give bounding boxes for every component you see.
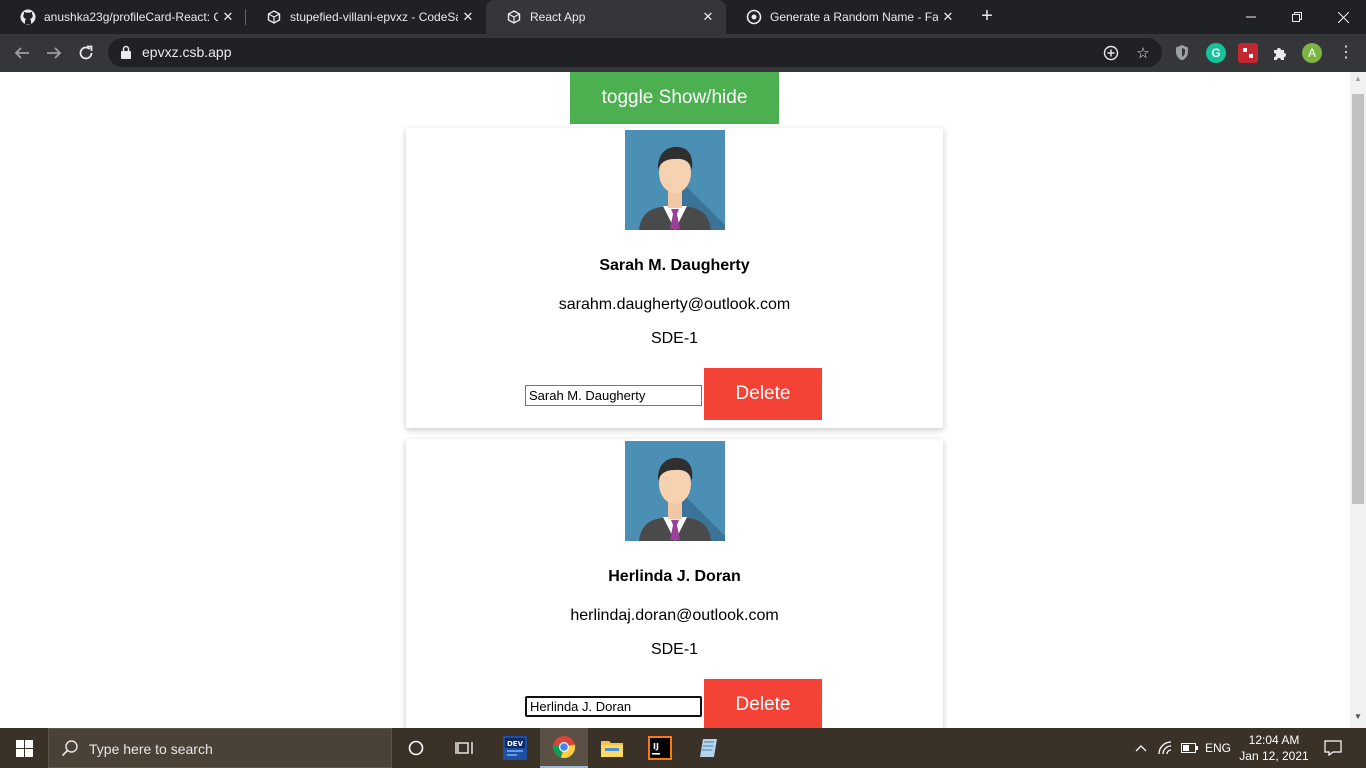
wifi-icon[interactable]: [1156, 738, 1176, 758]
reload-icon[interactable]: [71, 38, 101, 68]
grammarly-icon[interactable]: G: [1206, 43, 1226, 63]
codesandbox-icon: [266, 9, 282, 25]
search-icon: [61, 739, 81, 759]
page-viewport: toggle Show/hide Sarah M. Daugherty sara…: [0, 72, 1350, 728]
extension-red-icon[interactable]: [1238, 43, 1258, 63]
page-scrollbar[interactable]: ▲ ▼: [1350, 72, 1366, 728]
clock-time: 12:04 AM: [1248, 733, 1300, 747]
profile-name: Sarah M. Daugherty: [599, 257, 750, 274]
tab-title: anushka23g/profileCard-React: C: [44, 10, 218, 24]
taskbar-clock[interactable]: 12:04 AM Jan 12, 2021: [1236, 732, 1312, 764]
add-circle-icon[interactable]: [1102, 44, 1120, 62]
browser-tab-react-app[interactable]: React App ✕: [486, 0, 726, 34]
windows-start-icon[interactable]: [0, 728, 48, 768]
extensions-puzzle-icon[interactable]: [1270, 43, 1290, 63]
browser-toolbar: epvxz.csb.app ☆ G A ⋮: [0, 34, 1366, 72]
tab-title: Generate a Random Name - Fake: [770, 10, 938, 24]
forward-icon[interactable]: [39, 38, 69, 68]
delete-button[interactable]: Delete: [704, 679, 822, 728]
browser-menu-icon[interactable]: ⋮: [1336, 43, 1356, 63]
close-tab-icon[interactable]: ✕: [938, 7, 958, 27]
toggle-show-hide-button[interactable]: toggle Show/hide: [570, 72, 779, 124]
search-placeholder: Type here to search: [89, 741, 213, 757]
name-input[interactable]: [525, 696, 702, 717]
windows-taskbar: Type here to search DEV IJ ENG 12:04 AM …: [0, 728, 1366, 768]
shield-icon[interactable]: [1172, 43, 1192, 63]
fakename-icon: [746, 9, 762, 25]
scroll-down-arrow-icon[interactable]: ▼: [1350, 712, 1366, 726]
profile-card: Herlinda J. Doran herlindaj.doran@outloo…: [406, 439, 943, 728]
back-icon[interactable]: [7, 38, 37, 68]
cortana-icon[interactable]: [392, 728, 440, 768]
address-bar[interactable]: epvxz.csb.app ☆: [108, 38, 1162, 67]
svg-text:IJ: IJ: [653, 742, 659, 751]
browser-tab-fakename[interactable]: Generate a Random Name - Fake ✕: [726, 0, 966, 34]
delete-button[interactable]: Delete: [704, 368, 822, 420]
show-hidden-icons-icon[interactable]: [1132, 738, 1150, 758]
svg-text:DEV: DEV: [507, 740, 524, 748]
intellij-icon[interactable]: IJ: [636, 728, 684, 768]
notifications-icon[interactable]: [1318, 736, 1348, 760]
scroll-up-arrow-icon[interactable]: ▲: [1350, 74, 1366, 88]
avatar: [625, 130, 725, 230]
language-indicator[interactable]: ENG: [1204, 738, 1232, 758]
battery-icon[interactable]: [1180, 738, 1200, 758]
url-text: epvxz.csb.app: [142, 44, 232, 60]
profile-card: Sarah M. Daugherty sarahm.daugherty@outl…: [406, 128, 943, 428]
chrome-icon[interactable]: [540, 728, 588, 768]
lock-icon: [120, 45, 134, 60]
tab-title: stupefied-villani-epvxz - CodeSan: [290, 10, 458, 24]
new-tab-icon[interactable]: +: [976, 6, 998, 28]
clock-date: Jan 12, 2021: [1239, 749, 1309, 763]
notes-app-icon[interactable]: [686, 728, 734, 768]
scroll-thumb[interactable]: [1352, 94, 1364, 504]
name-input[interactable]: [525, 385, 702, 406]
tab-title: React App: [530, 10, 586, 24]
restore-icon[interactable]: [1274, 0, 1320, 34]
close-tab-icon[interactable]: ✕: [458, 7, 478, 27]
taskbar-search-box[interactable]: Type here to search: [48, 728, 392, 768]
close-tab-icon[interactable]: ✕: [698, 7, 718, 27]
file-explorer-icon[interactable]: [588, 728, 636, 768]
github-icon: [20, 9, 36, 25]
bookmark-star-icon[interactable]: ☆: [1134, 44, 1152, 62]
profile-role: SDE-1: [650, 330, 699, 347]
profile-avatar[interactable]: A: [1302, 43, 1322, 63]
browser-tab-github[interactable]: anushka23g/profileCard-React: C ✕: [0, 0, 246, 34]
close-window-icon[interactable]: [1320, 0, 1366, 34]
codesandbox-icon: [506, 9, 522, 25]
task-view-icon[interactable]: [440, 728, 488, 768]
profile-email: sarahm.daugherty@outlook.com: [558, 296, 791, 313]
profile-name: Herlinda J. Doran: [608, 568, 741, 585]
browser-tab-strip: anushka23g/profileCard-React: C ✕ stupef…: [0, 0, 1366, 34]
avatar: [625, 441, 725, 541]
browser-tab-codesandbox[interactable]: stupefied-villani-epvxz - CodeSan ✕: [246, 0, 486, 34]
profile-email: herlindaj.doran@outlook.com: [570, 607, 779, 624]
minimize-icon[interactable]: [1228, 0, 1274, 34]
close-tab-icon[interactable]: ✕: [218, 7, 238, 27]
dev-app-icon[interactable]: DEV: [491, 728, 539, 768]
profile-role: SDE-1: [650, 641, 699, 658]
